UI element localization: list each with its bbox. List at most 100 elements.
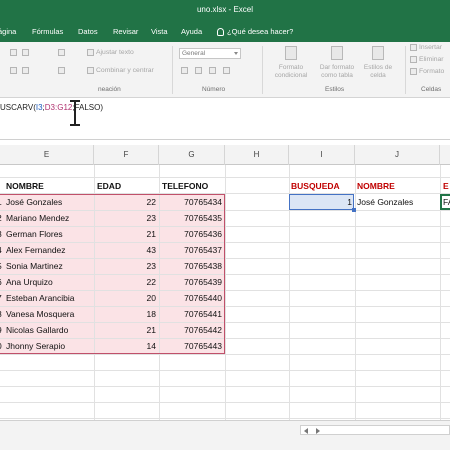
scroll-left-icon[interactable] <box>304 428 308 434</box>
table-cell-name[interactable]: German Flores <box>6 226 63 242</box>
worksheet-grid[interactable]: NOMBRE EDAD TELEFONO BUSQUEDA NOMBRE E 1… <box>0 165 450 420</box>
table-cell-phone[interactable]: 70765438 <box>159 258 222 274</box>
table-cell-age[interactable]: 18 <box>94 306 156 322</box>
conditional-format-button[interactable]: Formato condicional <box>268 64 314 79</box>
table-cell-name[interactable]: Alex Fernandez <box>6 242 66 258</box>
wrap-text-icon[interactable] <box>87 49 94 56</box>
wrap-text-button[interactable]: Ajustar texto <box>96 49 134 56</box>
orientation-icon[interactable] <box>58 49 65 56</box>
table-cell-name[interactable]: Vanesa Mosquera <box>6 306 74 322</box>
header-telefono[interactable]: TELEFONO <box>162 178 208 194</box>
table-cell-age[interactable]: 21 <box>94 322 156 338</box>
format-cells-icon[interactable] <box>410 68 417 75</box>
table-cell-phone[interactable]: 70765437 <box>159 242 222 258</box>
format-cells-button[interactable]: Formato <box>419 68 444 75</box>
header-extra[interactable]: E <box>443 178 449 194</box>
lightbulb-icon <box>217 27 224 36</box>
header-nombre[interactable]: NOMBRE <box>6 178 44 194</box>
cell-styles-button[interactable]: Estilos de celda <box>360 64 396 79</box>
align-top-icon[interactable] <box>10 49 17 56</box>
formula-ref-lookup: I3 <box>35 103 43 112</box>
formula-prefix: USCARV( <box>0 103 36 112</box>
table-cell-name[interactable]: Ana Urquizo <box>6 274 53 290</box>
align-middle-icon[interactable] <box>22 49 29 56</box>
table-cell-age[interactable]: 22 <box>94 194 156 210</box>
formula-text[interactable]: USCARV(I3;D3:G12;FALSO) <box>0 103 103 112</box>
column-header-j[interactable]: J <box>355 145 440 165</box>
extra-value-cell[interactable]: FA <box>443 194 450 210</box>
increase-decimal-icon[interactable] <box>223 67 230 74</box>
table-cell-phone[interactable]: 70765440 <box>159 290 222 306</box>
number-group-label: Número <box>202 86 226 93</box>
insert-cells-button[interactable]: Insertar <box>419 44 442 51</box>
table-cell-name[interactable]: Mariano Mendez <box>6 210 69 226</box>
row-prefix: 6 <box>0 274 2 290</box>
search-value-cell[interactable]: 1 <box>289 194 352 210</box>
row-prefix: 0 <box>0 338 2 354</box>
window-title: uno.xlsx - Excel <box>196 5 254 14</box>
table-cell-name[interactable]: Esteban Arancibia <box>6 290 75 306</box>
align-center-icon[interactable] <box>22 67 29 74</box>
column-header-e[interactable]: E <box>0 145 94 165</box>
row-prefix: 8 <box>0 306 2 322</box>
table-cell-phone[interactable]: 70765435 <box>159 210 222 226</box>
table-cell-age[interactable]: 21 <box>94 226 156 242</box>
table-cell-phone[interactable]: 70765442 <box>159 322 222 338</box>
tab-review[interactable]: Revisar <box>113 27 138 36</box>
table-cell-age[interactable]: 23 <box>94 210 156 226</box>
merge-center-button[interactable]: Combinar y centrar <box>96 67 154 74</box>
percent-icon[interactable] <box>195 67 202 74</box>
delete-cells-button[interactable]: Eliminar <box>419 56 444 63</box>
table-cell-name[interactable]: Sonia Martinez <box>6 258 63 274</box>
table-cell-name[interactable]: José Gonzales <box>6 194 62 210</box>
format-as-table-button[interactable]: Dar formato como tabla <box>314 64 360 79</box>
header-nombre-result[interactable]: NOMBRE <box>357 178 395 194</box>
table-cell-phone[interactable]: 70765441 <box>159 306 222 322</box>
delete-cells-icon[interactable] <box>410 56 417 63</box>
table-cell-phone[interactable]: 70765443 <box>159 338 222 354</box>
table-cell-name[interactable]: Jhonny Serapio <box>6 338 65 354</box>
table-cell-age[interactable]: 14 <box>94 338 156 354</box>
ribbon-separator <box>405 46 406 94</box>
cell-styles-icon[interactable] <box>372 46 384 60</box>
table-cell-age[interactable]: 22 <box>94 274 156 290</box>
currency-icon[interactable] <box>181 67 188 74</box>
indent-icon[interactable] <box>58 67 65 74</box>
column-header-k[interactable] <box>440 145 450 165</box>
table-cell-phone[interactable]: 70765434 <box>159 194 222 210</box>
scroll-right-icon[interactable] <box>316 428 320 434</box>
tab-page-layout[interactable]: ágina <box>0 27 16 36</box>
title-bar: uno.xlsx - Excel <box>0 0 450 20</box>
column-header-h[interactable]: H <box>225 145 289 165</box>
tab-formulas[interactable]: Fórmulas <box>32 27 63 36</box>
tab-view[interactable]: Vista <box>151 27 168 36</box>
number-format-dropdown[interactable]: General <box>179 48 241 59</box>
tell-me-search[interactable]: ¿Qué desea hacer? <box>217 27 293 36</box>
column-header-i[interactable]: I <box>289 145 355 165</box>
column-header-f[interactable]: F <box>94 145 159 165</box>
header-edad[interactable]: EDAD <box>97 178 121 194</box>
align-left-icon[interactable] <box>10 67 17 74</box>
table-cell-phone[interactable]: 70765436 <box>159 226 222 242</box>
fill-handle[interactable] <box>352 208 356 212</box>
insert-cells-icon[interactable] <box>410 44 417 51</box>
conditional-format-icon[interactable] <box>285 46 297 60</box>
row-prefix: 1 <box>0 194 2 210</box>
ribbon-separator <box>172 46 173 94</box>
table-cell-age[interactable]: 43 <box>94 242 156 258</box>
column-header-g[interactable]: G <box>159 145 225 165</box>
table-cell-name[interactable]: Nicolas Gallardo <box>6 322 68 338</box>
horizontal-scrollbar[interactable] <box>300 425 450 435</box>
tab-help[interactable]: Ayuda <box>181 27 202 36</box>
text-cursor-icon <box>68 99 82 127</box>
header-busqueda[interactable]: BUSQUEDA <box>291 178 340 194</box>
row-prefix: 9 <box>0 322 2 338</box>
merge-icon[interactable] <box>87 67 94 74</box>
table-cell-age[interactable]: 23 <box>94 258 156 274</box>
table-cell-age[interactable]: 20 <box>94 290 156 306</box>
table-cell-phone[interactable]: 70765439 <box>159 274 222 290</box>
comma-style-icon[interactable] <box>209 67 216 74</box>
tab-data[interactable]: Datos <box>78 27 98 36</box>
format-as-table-icon[interactable] <box>331 46 343 60</box>
result-name-cell[interactable]: José Gonzales <box>357 194 413 210</box>
